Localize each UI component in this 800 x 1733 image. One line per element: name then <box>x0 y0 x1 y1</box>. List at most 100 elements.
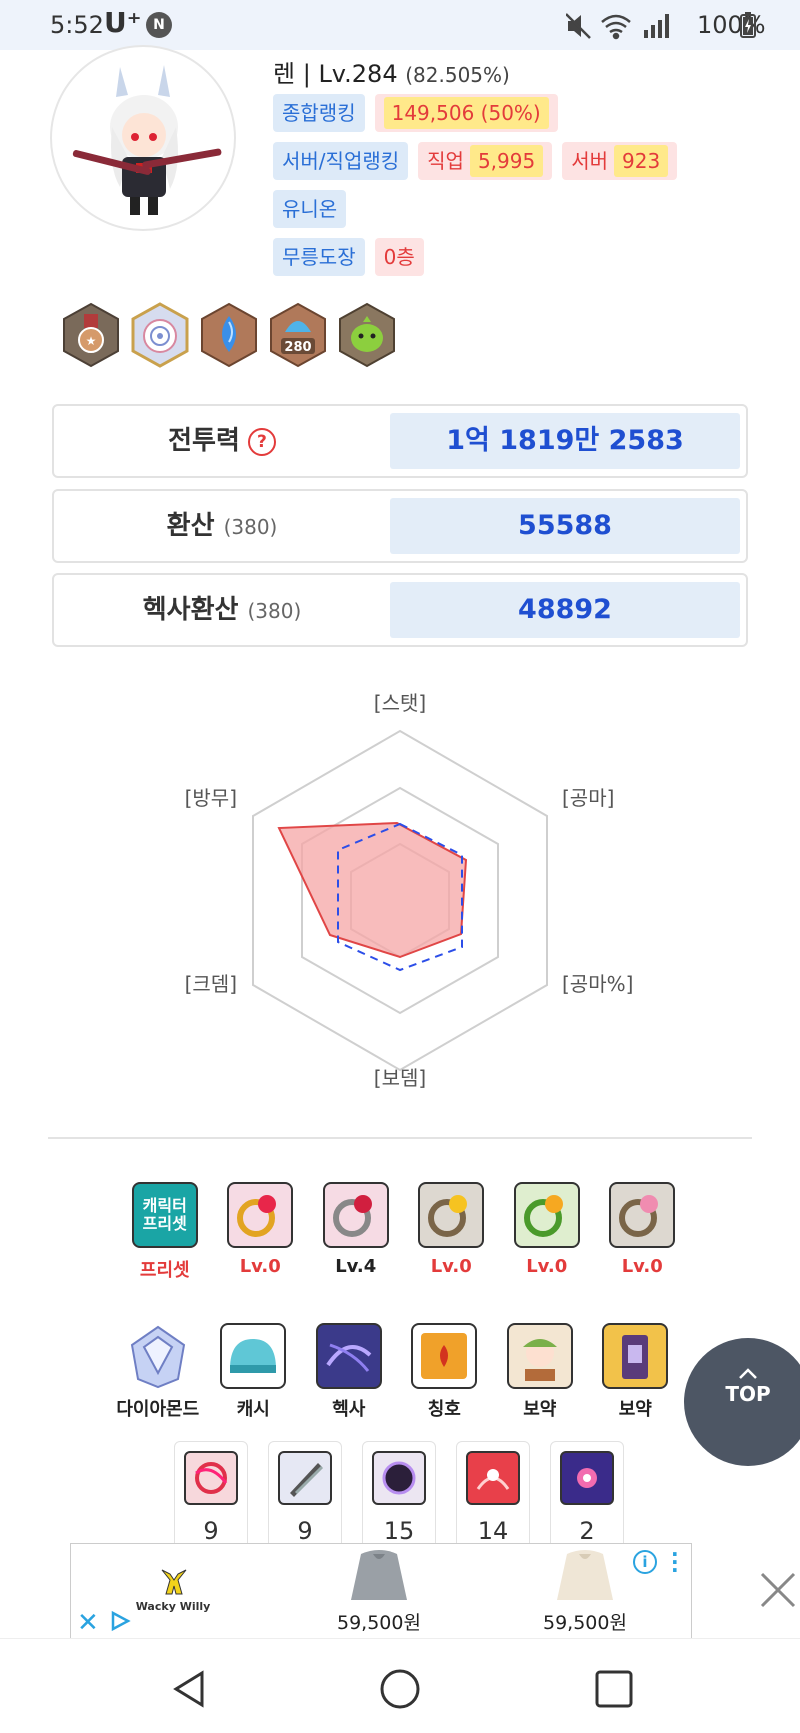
union-button[interactable]: 유니온 <box>273 190 347 228</box>
potion-2-label: 보약 <box>618 1399 652 1420</box>
green-slime-badge-icon[interactable] <box>336 302 398 368</box>
preset-icon[interactable]: 캐릭터 프리셋 <box>131 1182 198 1248</box>
back-icon[interactable] <box>168 1667 212 1711</box>
ad-product-1-price: 59,500원 <box>337 1612 421 1634</box>
hexa-cell[interactable]: 헥사 <box>301 1323 397 1421</box>
potion-1-icon[interactable] <box>506 1323 573 1389</box>
ad-banner[interactable]: Wacky Willy 59,500원 59,500원 ✕ i · · · <box>70 1543 692 1639</box>
preset-icon-text: 캐릭터 프리셋 <box>142 1196 187 1233</box>
radar-axis-atk-pct: [공마%] <box>562 972 633 996</box>
skill-5-card[interactable]: 2 <box>550 1441 624 1551</box>
cash-cell[interactable]: 캐시 <box>206 1323 302 1421</box>
ring-4-icon[interactable] <box>513 1182 580 1248</box>
help-icon[interactable]: ? <box>247 427 276 456</box>
radar-axis-stat: [스탯] <box>374 691 426 715</box>
scroll-top-button[interactable]: TOP <box>684 1338 800 1466</box>
conversion-level: (380) <box>223 515 278 539</box>
ad-brand-name: Wacky Willy <box>135 1600 211 1613</box>
skill-3-card[interactable]: 15 <box>362 1441 436 1551</box>
ring-3-level: Lv.0 <box>430 1256 472 1277</box>
title-icon[interactable] <box>411 1323 478 1389</box>
ring-4-cell[interactable]: Lv.0 <box>499 1182 595 1282</box>
ring-3-cell[interactable]: Lv.0 <box>404 1182 500 1282</box>
dojo-button[interactable]: 무릉도장 <box>273 238 365 276</box>
blue-gem-badge-icon[interactable] <box>198 302 260 368</box>
cash-icon[interactable] <box>220 1323 287 1389</box>
skill-3-icon <box>372 1451 426 1505</box>
skill-3-value: 15 <box>383 1517 415 1545</box>
union-row: 유니온 <box>273 190 356 228</box>
ad-product-2-image[interactable] <box>553 1548 617 1604</box>
badge-list: ★ 280 <box>60 302 405 368</box>
potion-2-icon[interactable] <box>602 1323 669 1389</box>
ad-brand[interactable]: Wacky Willy <box>133 1566 213 1613</box>
preset-label: 프리셋 <box>139 1260 190 1281</box>
server-rank-badge: 서버 923 <box>562 142 678 180</box>
radar-axis-atk: [공마] <box>562 786 614 810</box>
hexa-conversion-label: 헥사환산 <box>142 595 239 625</box>
ring-5-cell[interactable]: Lv.0 <box>595 1182 691 1282</box>
job-rank-value: 5,995 <box>469 145 544 177</box>
section-divider <box>48 1137 752 1139</box>
skill-1-card[interactable]: 9 <box>174 1441 248 1551</box>
recents-icon[interactable] <box>592 1667 636 1711</box>
skill-4-icon <box>466 1451 520 1505</box>
hexa-icon[interactable] <box>315 1323 382 1389</box>
skill-card-row: 9 9 15 14 2 <box>174 1441 644 1551</box>
server-job-rank-button[interactable]: 서버/직업랭킹 <box>273 142 409 180</box>
ring-2-cell[interactable]: Lv.4 <box>308 1182 404 1282</box>
ad-play-icon[interactable] <box>109 1610 131 1632</box>
potion-2-cell[interactable]: 보약 <box>588 1323 684 1421</box>
title-label: 칭호 <box>427 1399 461 1420</box>
skill-2-card[interactable]: 9 <box>268 1441 342 1551</box>
wifi-icon <box>601 14 631 40</box>
hexa-conversion-box: 헥사환산 (380) 48892 <box>52 573 748 647</box>
ring-4-level: Lv.0 <box>526 1256 568 1277</box>
character-name-line: 렌 | Lv.284 (82.505%) <box>273 54 510 89</box>
character-name: 렌 <box>273 60 296 88</box>
home-icon[interactable] <box>378 1667 422 1711</box>
target-badge-icon[interactable] <box>129 302 191 368</box>
radar-axis-boss-dmg: [보뎀] <box>374 1066 426 1090</box>
skill-2-icon <box>278 1451 332 1505</box>
title-cell[interactable]: 칭호 <box>397 1323 493 1421</box>
skill-4-card[interactable]: 14 <box>456 1441 530 1551</box>
overall-rank-button[interactable]: 종합랭킹 <box>273 94 365 132</box>
diamond-cell[interactable]: 다이아몬드 <box>110 1323 206 1421</box>
stat-radar-chart: [스탯] [공마] [공마%] [보뎀] [크뎀] [방무] <box>185 691 634 1090</box>
dojo-row: 무릉도장 0층 <box>273 238 434 276</box>
potion-1-cell[interactable]: 보약 <box>492 1323 588 1421</box>
ad-info-icon[interactable]: i <box>633 1550 657 1574</box>
ring-5-icon[interactable] <box>609 1182 676 1248</box>
job-rank-badge: 직업 5,995 <box>418 142 553 180</box>
ring-3-icon[interactable] <box>418 1182 485 1248</box>
radar-axis-crit-dmg: [크뎀] <box>185 972 237 996</box>
ad-close-icon[interactable]: ✕ <box>77 1608 99 1638</box>
combat-power-value: 1억 1819만 2583 <box>390 413 740 469</box>
ring-2-level: Lv.4 <box>335 1256 377 1277</box>
preset-cell[interactable]: 캐릭터 프리셋 프리셋 <box>117 1182 213 1282</box>
ring-5-level: Lv.0 <box>621 1256 663 1277</box>
ad-menu-icon[interactable]: · · · <box>671 1544 679 1580</box>
character-sprite-icon <box>72 65 222 215</box>
notification-badge: N <box>146 12 172 38</box>
combat-power-box: 전투력? 1억 1819만 2583 <box>52 404 748 478</box>
diamond-grade-icon[interactable] <box>125 1323 191 1389</box>
ad-dismiss-icon[interactable] <box>758 1570 798 1610</box>
bronze-medal-badge-icon[interactable]: ★ <box>60 302 122 368</box>
ring-2-icon[interactable] <box>322 1182 389 1248</box>
ring-1-cell[interactable]: Lv.0 <box>213 1182 309 1282</box>
character-exp: (82.505%) <box>405 63 510 87</box>
server-rank-value: 923 <box>614 145 669 177</box>
overall-rank-badge: 149,506 (50%) <box>374 94 558 132</box>
conversion-label: 환산 <box>166 511 215 541</box>
hexa-conversion-value: 48892 <box>390 582 740 638</box>
status-icons <box>566 13 669 40</box>
280-badge-icon[interactable]: 280 <box>267 302 329 368</box>
server-rank-label: 서버 <box>571 149 609 173</box>
character-avatar[interactable] <box>50 45 236 231</box>
ad-product-1-image[interactable] <box>347 1548 411 1604</box>
conversion-box: 환산 (380) 55588 <box>52 489 748 563</box>
ring-1-icon[interactable] <box>227 1182 294 1248</box>
280-badge-text: 280 <box>284 340 311 355</box>
